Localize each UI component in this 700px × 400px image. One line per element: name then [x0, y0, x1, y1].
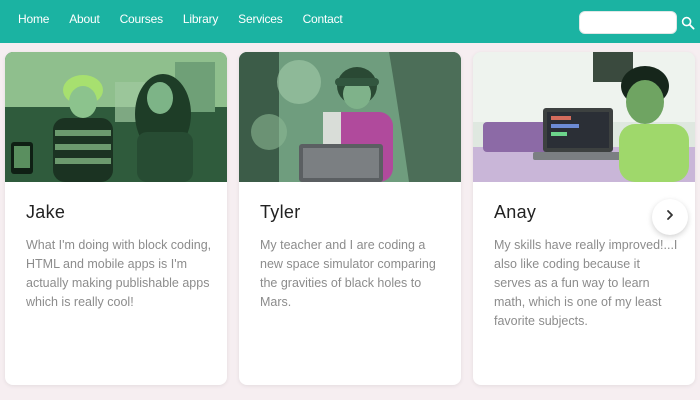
testimonial-card-jake: Jake What I'm doing with block coding, H… — [5, 52, 227, 385]
card-text: What I'm doing with block coding, HTML a… — [26, 238, 212, 309]
card-photo-jake — [5, 52, 227, 182]
nav-link-courses[interactable]: Courses — [120, 12, 163, 26]
card-photo-anay — [473, 52, 695, 182]
chevron-right-icon — [665, 208, 675, 226]
nav-links: Home About Courses Library Services Cont… — [8, 0, 353, 38]
search-icon[interactable] — [681, 16, 695, 30]
card-name: Jake — [26, 202, 66, 222]
search-box — [579, 11, 695, 34]
nav-link-contact[interactable]: Contact — [303, 12, 343, 26]
card-name: Tyler — [260, 202, 301, 222]
carousel-next-button[interactable] — [652, 199, 688, 235]
testimonial-card-tyler: Tyler My teacher and I are coding a new … — [239, 52, 461, 385]
nav-link-home[interactable]: Home — [18, 12, 49, 26]
card-text: My teacher and I are coding a new space … — [260, 238, 436, 309]
nav-link-about[interactable]: About — [69, 12, 100, 26]
card-photo-tyler — [239, 52, 461, 182]
search-input[interactable] — [579, 11, 677, 34]
card-text: My skills have really improved!...I also… — [494, 238, 678, 328]
top-navigation-bar: Home About Courses Library Services Cont… — [0, 0, 700, 43]
card-name: Anay — [494, 202, 537, 222]
nav-link-services[interactable]: Services — [238, 12, 283, 26]
nav-link-library[interactable]: Library — [183, 12, 218, 26]
